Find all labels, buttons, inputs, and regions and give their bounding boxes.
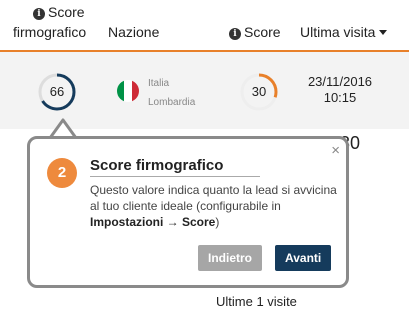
visits-summary: Ultime 1 visite <box>216 294 297 309</box>
score-value: 30 <box>251 84 267 99</box>
step-badge: 2 <box>47 158 77 188</box>
header-score-firmografico-line1[interactable]: i Score <box>33 4 85 20</box>
onboarding-tooltip: × 2 Score firmografico Questo valore ind… <box>27 136 349 288</box>
visit-date: 23/11/2016 <box>307 74 373 89</box>
info-icon[interactable]: i <box>229 28 241 40</box>
close-icon[interactable]: × <box>331 143 340 158</box>
header-score-firmografico-line2[interactable]: firmografico <box>13 24 86 40</box>
header-ultima-visita[interactable]: Ultima visita <box>300 24 388 40</box>
header-label: Score <box>244 24 281 40</box>
table-header: i Score firmografico Nazione i Score Ultim… <box>0 0 409 52</box>
tooltip-body-text: Questo valore indica quanto la lead si a… <box>90 183 337 213</box>
next-button[interactable]: Avanti <box>275 245 332 271</box>
header-nazione[interactable]: Nazione <box>108 24 159 40</box>
score-gauge: 30 <box>239 72 279 112</box>
settings-path: Impostazioni → Score <box>90 215 216 229</box>
info-icon[interactable]: i <box>33 8 45 20</box>
tooltip-body-end: ) <box>215 215 220 229</box>
header-label: Score <box>48 4 85 20</box>
back-button[interactable]: Indietro <box>198 245 262 271</box>
firmo-score-value: 66 <box>49 84 65 99</box>
caret-down-icon[interactable] <box>379 30 388 35</box>
firmo-score-gauge: 66 <box>37 72 77 112</box>
header-label: Ultima visita <box>300 24 376 40</box>
region-name: Lombardia <box>148 97 196 108</box>
tooltip-title: Score firmografico <box>90 157 260 177</box>
tooltip-body: Questo valore indica quanto la lead si a… <box>90 182 340 230</box>
visit-time: 10:15 <box>323 90 357 105</box>
country-name: Italia <box>148 78 170 89</box>
header-score[interactable]: i Score <box>229 24 281 40</box>
italy-flag-icon <box>117 80 139 102</box>
